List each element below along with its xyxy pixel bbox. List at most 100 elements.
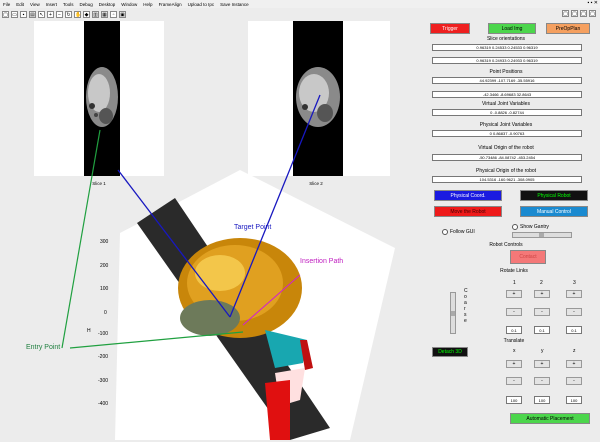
rot-3-plus-button[interactable]: + (566, 290, 582, 298)
insertion-path-label: Insertion Path (300, 258, 344, 265)
contact-button[interactable]: Contact (510, 250, 546, 264)
print-icon[interactable]: ▤ (29, 10, 36, 18)
datacursor-icon[interactable]: ◆ (83, 10, 90, 18)
gantry-slider[interactable] (512, 232, 572, 238)
open-folder-icon[interactable]: ▭ (11, 10, 18, 18)
rot-2-plus-button[interactable]: + (534, 290, 550, 298)
coarse-slider-thumb[interactable] (451, 311, 455, 316)
menu-item-file[interactable]: File (3, 2, 10, 7)
trans-z-minus-button[interactable]: - (566, 377, 582, 385)
y-tick-100: 100 (100, 286, 109, 292)
menu-item-save-instance[interactable]: Save Instance (220, 2, 249, 7)
trans-z-value[interactable]: 100 (566, 396, 582, 404)
ct-image-2 (293, 21, 343, 176)
detach-3d-button[interactable]: Detach 3D (432, 347, 468, 357)
virt-joint-label: Virtual Joint Variables (482, 101, 530, 107)
toolbar-right: ▢ ▢ ▢ ▢ (560, 10, 596, 17)
new-file-icon[interactable]: ▢ (2, 10, 9, 18)
y-tick-neg200: -200 (98, 354, 109, 360)
rot-2-value[interactable]: 0.1 (534, 326, 550, 334)
phys-joint-label: Physical Joint Variables (479, 122, 533, 128)
cascade-icon[interactable]: ▢ (580, 10, 587, 17)
virt-origin-field[interactable]: -50.73486 -84.08742 -453.2454 (432, 154, 582, 161)
move-robot-button[interactable]: Move the Robot (434, 206, 502, 217)
preop-button[interactable]: PreOpPlan (546, 23, 590, 34)
menu-item-edit[interactable]: Edit (16, 2, 24, 7)
rot-header-1: 1 (513, 280, 516, 286)
trans-x-minus-button[interactable]: - (506, 377, 522, 385)
virt-joint-field[interactable]: 0 -0.8826 -0.82744 (432, 109, 582, 116)
rot-1-plus-button[interactable]: + (506, 290, 522, 298)
automatic-placement-button[interactable]: Automatic Placement (510, 413, 590, 424)
point-pos-field-1[interactable]: 44.92399 -107.7169 -35.55916 (432, 77, 582, 84)
show-plot-icon[interactable]: ▣ (119, 10, 126, 18)
load-img-button[interactable]: Load Img (488, 23, 536, 34)
pointer-icon[interactable]: ↖ (38, 10, 45, 18)
point-pos-field-2[interactable]: -42.3466 -8.69683 32.8643 (432, 91, 582, 98)
y-tick-neg400: -400 (98, 401, 109, 407)
phys-joint-field[interactable]: 0 0.86837 -0.90763 (432, 130, 582, 137)
menu-item-upload-to-ipc[interactable]: Upload to Ipc (188, 2, 215, 7)
trans-y-value[interactable]: 100 (534, 396, 550, 404)
pan-icon[interactable]: ✋ (74, 10, 81, 18)
phys-origin-field[interactable]: 104.5316 -160.9621 -308.0905 (432, 176, 582, 183)
window-controls[interactable]: ▪ ▪ ✕ (587, 0, 598, 6)
menu-item-help[interactable]: Help (143, 2, 152, 7)
y-tick-neg300: -300 (98, 378, 109, 384)
trans-y-plus-button[interactable]: + (534, 360, 550, 368)
legend-icon[interactable]: ▦ (101, 10, 108, 18)
slice-1-view[interactable] (34, 21, 164, 176)
rot-header-2: 2 (540, 280, 543, 286)
rot-3-value[interactable]: 0.1 (566, 326, 582, 334)
3d-view[interactable]: 300 200 100 0 -100 -200 -300 -400 H (87, 168, 395, 440)
rot-1-value[interactable]: 0.1 (506, 326, 522, 334)
menu-item-tools[interactable]: Tools (63, 2, 74, 7)
robot-controls-label: Robot Controls (489, 242, 523, 248)
trigger-button[interactable]: Trigger (430, 23, 470, 34)
rotate-icon[interactable]: ↻ (65, 10, 72, 18)
menu-item-desktop[interactable]: Desktop (99, 2, 116, 7)
menu-item-window[interactable]: Window (121, 2, 137, 7)
rot-3-minus-button[interactable]: - (566, 308, 582, 316)
slice-orient-field-2[interactable]: 0.96319 0.24933 0.24933 0.96319 (432, 57, 582, 64)
hide-plot-icon[interactable]: ▫ (110, 10, 117, 18)
ct-scan-1-icon (86, 67, 118, 127)
zoom-in-icon[interactable]: + (47, 10, 54, 18)
menu-item-debug[interactable]: Debug (80, 2, 93, 7)
slice-orient-field-1[interactable]: 0.96319 0.24533 0.24533 0.96319 (432, 44, 582, 51)
y-tick-300: 300 (100, 239, 109, 245)
menu-item-insert[interactable]: Insert (46, 2, 57, 7)
rot-header-3: 3 (573, 280, 576, 286)
rot-1-minus-button[interactable]: - (506, 308, 522, 316)
manual-control-button[interactable]: Manual Control (520, 206, 588, 217)
colorbar-icon[interactable]: ▥ (92, 10, 99, 18)
y-tick-200: 200 (100, 263, 109, 269)
save-icon[interactable]: ▪ (20, 10, 27, 18)
maximize-icon[interactable]: ▢ (589, 10, 596, 17)
coarse-slider[interactable] (450, 292, 456, 334)
trans-y-minus-button[interactable]: - (534, 377, 550, 385)
tile-icon[interactable]: ▢ (571, 10, 578, 17)
target-point-label: Target Point (234, 224, 272, 231)
rotate-links-label: Rotate Links (500, 268, 528, 274)
follow-gui-radio[interactable] (442, 229, 448, 235)
trans-x-plus-button[interactable]: + (506, 360, 522, 368)
physical-coord-button[interactable]: Physical Coord. (434, 190, 502, 201)
physical-robot-button[interactable]: Physical Robot (520, 190, 588, 201)
rot-2-minus-button[interactable]: - (534, 308, 550, 316)
menu-item-framealign[interactable]: FrameAlign (159, 2, 182, 7)
show-gantry-radio[interactable] (512, 224, 518, 230)
zoom-out-icon[interactable]: − (56, 10, 63, 18)
menu-item-view[interactable]: View (30, 2, 40, 7)
slice-2-view[interactable] (248, 21, 390, 176)
gantry-slider-thumb[interactable] (539, 233, 544, 237)
trans-header-x: x (513, 348, 516, 354)
trans-z-plus-button[interactable]: + (566, 360, 582, 368)
ct-image-1 (84, 21, 120, 176)
trans-header-z: z (573, 348, 576, 354)
slice-orient-label: Slice orientations (486, 36, 526, 42)
trans-x-value[interactable]: 100 (506, 396, 522, 404)
control-panel: Trigger Load Img PreOpPlan Slice orienta… (420, 20, 600, 440)
trans-header-y: y (541, 348, 544, 354)
dock-icon[interactable]: ▢ (562, 10, 569, 17)
